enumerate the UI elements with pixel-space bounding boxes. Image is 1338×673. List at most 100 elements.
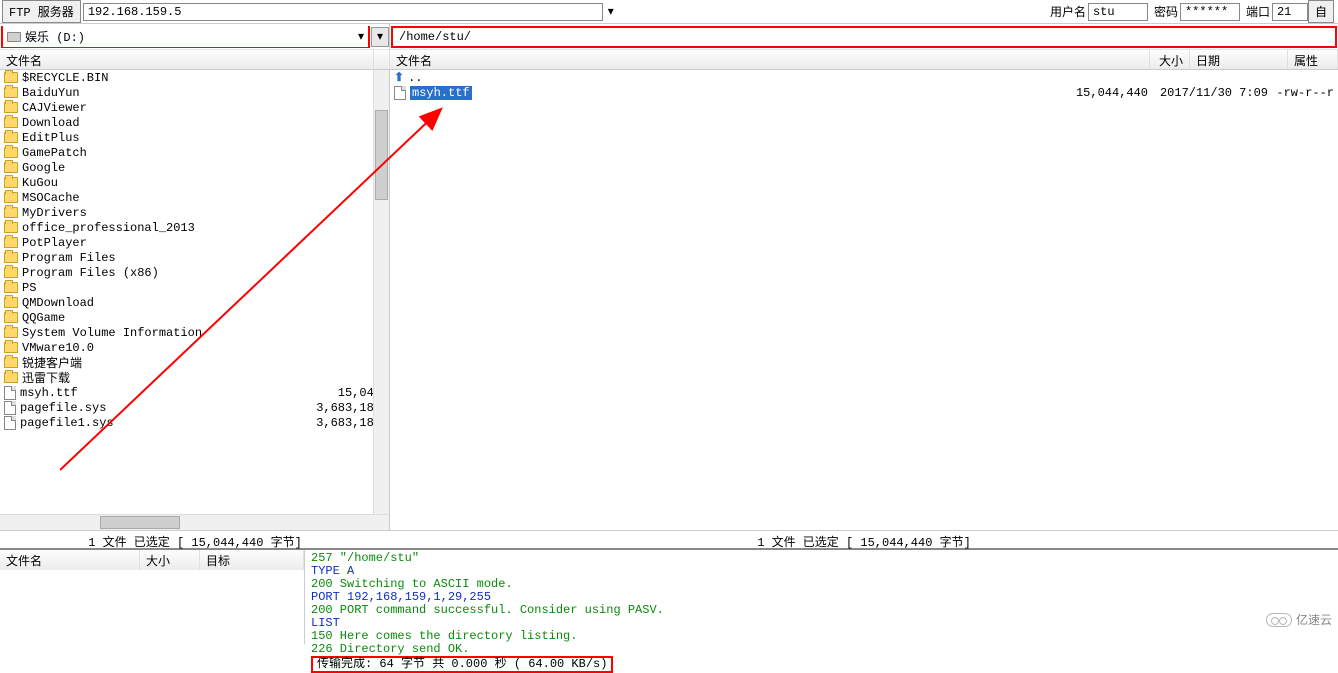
local-file-row[interactable]: Google — [0, 160, 389, 175]
folder-icon — [4, 72, 18, 83]
local-file-row[interactable]: msyh.ttf15,044 — [0, 385, 389, 400]
password-label: 密码 — [1154, 3, 1178, 20]
local-file-row[interactable]: PS — [0, 280, 389, 295]
connection-toolbar: FTP 服务器 ▾ 用户名 密码 端口 自 — [0, 0, 1338, 24]
remote-file-size: 15,044,440 — [1076, 86, 1148, 100]
local-path-dropdown-icon[interactable]: ▾ — [371, 27, 389, 47]
local-file-row[interactable]: EditPlus — [0, 130, 389, 145]
watermark: 亿速云 — [1266, 611, 1332, 628]
remote-file-row[interactable]: msyh.ttf 15,044,440 2017/11/30 7:09 -rw-… — [390, 85, 1338, 100]
folder-icon — [4, 342, 18, 353]
queue-header-target[interactable]: 目标 — [200, 550, 304, 570]
disk-icon — [7, 32, 21, 42]
local-file-row[interactable]: 锐捷客户端 — [0, 355, 389, 370]
queue-header-name[interactable]: 文件名 — [0, 550, 140, 570]
file-icon — [394, 86, 406, 100]
remote-header-name[interactable]: 文件名 — [390, 50, 1150, 69]
local-file-name: QQGame — [22, 311, 65, 325]
path-row: 娱乐 (D:) ▾ ▾ /home/stu/ — [0, 24, 1338, 50]
folder-icon — [4, 252, 18, 263]
local-file-row[interactable]: VMware10.0 — [0, 340, 389, 355]
local-file-name: $RECYCLE.BIN — [22, 71, 108, 85]
queue-header-size[interactable]: 大小 — [140, 550, 200, 570]
folder-icon — [4, 267, 18, 278]
local-file-row[interactable]: Program Files (x86) — [0, 265, 389, 280]
auto-button[interactable]: 自 — [1308, 0, 1334, 23]
local-file-row[interactable]: MSOCache — [0, 190, 389, 205]
local-file-row[interactable]: MyDrivers — [0, 205, 389, 220]
local-file-row[interactable]: KuGou — [0, 175, 389, 190]
transfer-queue: 文件名 大小 目标 — [0, 550, 305, 644]
local-file-list[interactable]: $RECYCLE.BINBaiduYunCAJViewerDownloadEdi… — [0, 70, 389, 514]
remote-up-row[interactable]: ⬆ .. — [390, 70, 1338, 85]
local-scrollbar-v[interactable] — [373, 70, 389, 514]
remote-header-date[interactable]: 日期 — [1190, 50, 1288, 69]
folder-icon — [4, 162, 18, 173]
local-file-name: pagefile.sys — [20, 401, 106, 415]
remote-file-name: msyh.ttf — [410, 86, 472, 100]
remote-pane: ⬆ .. msyh.ttf 15,044,440 2017/11/30 7:09… — [390, 70, 1338, 530]
local-file-row[interactable]: Program Files — [0, 250, 389, 265]
local-file-row[interactable]: pagefile1.sys3,683,180 — [0, 415, 389, 430]
folder-icon — [4, 87, 18, 98]
remote-header-size[interactable]: 大小 — [1150, 50, 1190, 69]
local-drive-highlight: 娱乐 (D:) ▾ — [1, 26, 370, 48]
local-file-name: Download — [22, 116, 80, 130]
local-file-name: EditPlus — [22, 131, 80, 145]
ftp-server-button[interactable]: FTP 服务器 — [2, 0, 81, 23]
local-file-name: PotPlayer — [22, 236, 87, 250]
local-drive-select[interactable]: 娱乐 (D:) ▾ — [3, 26, 368, 47]
local-file-row[interactable]: BaiduYun — [0, 85, 389, 100]
ftp-log[interactable]: 257 "/home/stu" TYPE A 200 Switching to … — [305, 550, 1338, 644]
username-input[interactable] — [1088, 3, 1148, 21]
local-scrollbar-h[interactable] — [0, 514, 389, 530]
file-panes: $RECYCLE.BINBaiduYunCAJViewerDownloadEdi… — [0, 70, 1338, 530]
remote-path-input[interactable]: /home/stu/ — [393, 28, 1335, 46]
local-file-name: Google — [22, 161, 65, 175]
folder-icon — [4, 282, 18, 293]
local-file-row[interactable]: QQGame — [0, 310, 389, 325]
password-input[interactable] — [1180, 3, 1240, 21]
folder-icon — [4, 327, 18, 338]
local-file-name: PS — [22, 281, 36, 295]
local-header-name[interactable]: 文件名 — [0, 50, 374, 69]
folder-icon — [4, 117, 18, 128]
up-folder-icon: ⬆ — [394, 70, 404, 85]
log-line: 200 PORT command successful. Consider us… — [311, 604, 1332, 617]
server-dropdown-icon[interactable]: ▾ — [603, 4, 619, 19]
folder-icon — [4, 237, 18, 248]
remote-selection-status: 1 文件 已选定 [ 15,044,440 字节] — [390, 531, 1338, 548]
local-file-row[interactable]: office_professional_2013 — [0, 220, 389, 235]
local-file-name: GamePatch — [22, 146, 87, 160]
local-header-scroll — [374, 50, 390, 69]
remote-file-list[interactable]: ⬆ .. msyh.ttf 15,044,440 2017/11/30 7:09… — [390, 70, 1338, 530]
column-headers: 文件名 文件名 大小 日期 属性 — [0, 50, 1338, 70]
local-file-size: 3,683,180 — [316, 416, 381, 430]
log-line: 257 "/home/stu" — [311, 552, 1332, 565]
bottom-panel: 文件名 大小 目标 257 "/home/stu" TYPE A 200 Swi… — [0, 548, 1338, 644]
folder-icon — [4, 372, 18, 383]
local-file-row[interactable]: CAJViewer — [0, 100, 389, 115]
local-file-name: office_professional_2013 — [22, 221, 195, 235]
port-label: 端口 — [1246, 3, 1270, 20]
log-line: 226 Directory send OK. — [311, 643, 1332, 656]
local-file-name: CAJViewer — [22, 101, 87, 115]
port-input[interactable] — [1272, 3, 1308, 21]
local-file-name: msyh.ttf — [20, 386, 78, 400]
local-file-row[interactable]: 迅雷下载 — [0, 370, 389, 385]
local-file-row[interactable]: $RECYCLE.BIN — [0, 70, 389, 85]
local-file-name: MyDrivers — [22, 206, 87, 220]
local-file-row[interactable]: GamePatch — [0, 145, 389, 160]
local-file-name: BaiduYun — [22, 86, 80, 100]
local-file-name: KuGou — [22, 176, 58, 190]
server-address-input[interactable] — [83, 3, 603, 21]
local-file-row[interactable]: System Volume Information — [0, 325, 389, 340]
remote-header-attr[interactable]: 属性 — [1288, 50, 1338, 69]
watermark-icon — [1266, 613, 1292, 627]
local-file-row[interactable]: pagefile.sys3,683,180 — [0, 400, 389, 415]
local-file-row[interactable]: PotPlayer — [0, 235, 389, 250]
local-file-row[interactable]: QMDownload — [0, 295, 389, 310]
folder-icon — [4, 132, 18, 143]
local-file-row[interactable]: Download — [0, 115, 389, 130]
folder-icon — [4, 207, 18, 218]
